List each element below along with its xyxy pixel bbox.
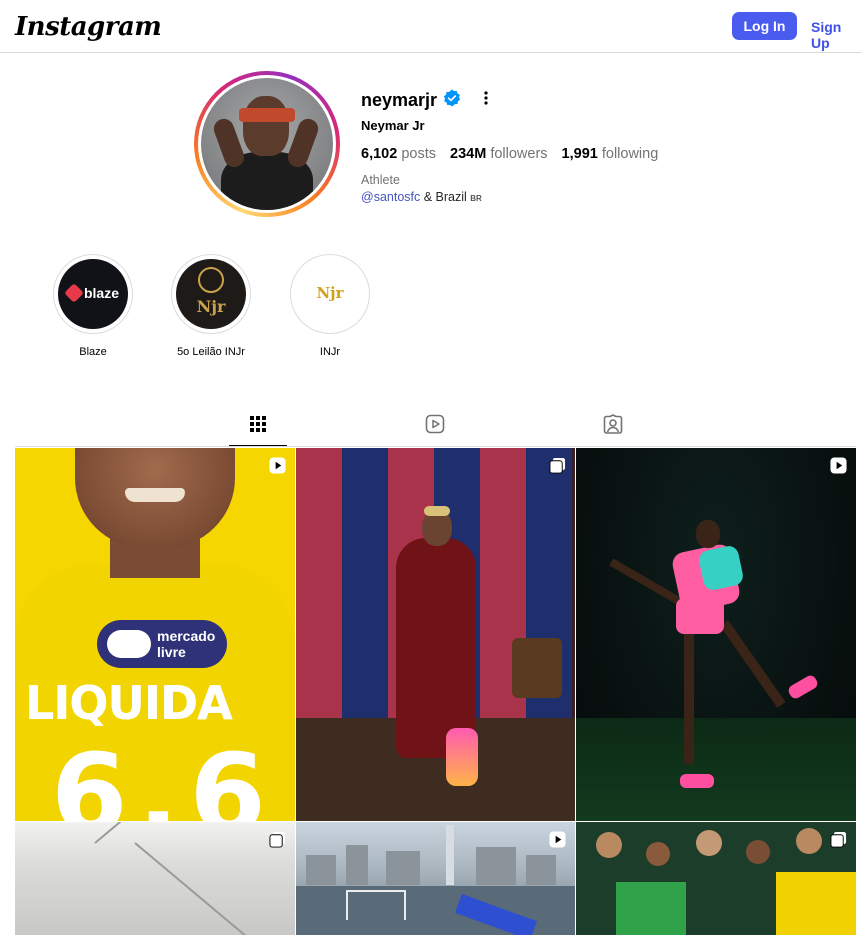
reels-icon (425, 414, 445, 434)
tabs-divider (15, 446, 856, 447)
bio-text: & Brazil (420, 190, 471, 204)
profile-category: Athlete (361, 173, 400, 187)
profile-full-name: Neymar Jr (361, 118, 425, 133)
carousel-icon (830, 831, 847, 848)
tab-posts[interactable] (229, 414, 287, 446)
blaze-logo-icon (64, 283, 84, 303)
mercado-livre-logo: mercado livre (97, 620, 227, 668)
post-number: 6.6 (51, 730, 276, 821)
verified-badge-icon (443, 89, 461, 107)
login-button[interactable]: Log In (732, 12, 797, 40)
profile-stats: 6,102 posts 234M followers 1,991 followi… (361, 146, 658, 162)
tab-tagged[interactable] (584, 414, 642, 446)
brazil-flag-icon: BR (470, 194, 482, 203)
post-tile[interactable] (296, 448, 575, 821)
handshake-icon (107, 630, 151, 658)
profile-avatar[interactable] (194, 71, 340, 217)
reel-icon (830, 457, 847, 474)
more-options-icon[interactable] (478, 88, 494, 108)
highlight-label: 5o Leilão INJr (177, 346, 245, 358)
post-headline: LIQUIDA (25, 676, 233, 730)
avatar-border (198, 75, 336, 213)
tagged-icon (603, 414, 623, 434)
post-tile[interactable] (15, 822, 295, 935)
following-stat[interactable]: 1,991 following (562, 146, 659, 162)
carousel-icon (269, 831, 286, 848)
post-tile[interactable] (296, 822, 575, 935)
profile-bio: @santosfc & Brazil BR (361, 190, 482, 204)
post-tile[interactable] (576, 448, 856, 821)
instagram-logo[interactable]: Instagram (15, 12, 162, 42)
crest-icon (198, 267, 224, 293)
tab-reels[interactable] (406, 414, 464, 446)
post-tile[interactable]: mercado livre LIQUIDA 6.6 (15, 448, 295, 821)
post-tile[interactable] (576, 822, 856, 935)
highlight-injr[interactable]: Nјr INJr (289, 254, 371, 358)
highlight-cover: blaze (58, 259, 128, 329)
profile-username: neymarjr (361, 90, 438, 110)
highlight-leilao[interactable]: Nјr 5o Leilão INJr (170, 254, 252, 358)
highlight-label: INJr (319, 346, 341, 358)
followers-stat[interactable]: 234M followers (450, 146, 548, 162)
reel-icon (269, 457, 286, 474)
top-nav: Instagram Log In Sign Up (0, 0, 862, 53)
avatar-photo (201, 78, 333, 210)
highlight-cover: Nјr (176, 259, 246, 329)
highlight-cover: Nјr (295, 259, 365, 329)
grid-icon (250, 416, 266, 432)
highlight-label: Blaze (79, 346, 107, 358)
posts-stat: 6,102 posts (361, 146, 436, 162)
bio-mention-link[interactable]: @santosfc (361, 190, 420, 204)
reel-icon (549, 831, 566, 848)
highlight-blaze[interactable]: blaze Blaze (52, 254, 134, 358)
carousel-icon (549, 457, 566, 474)
signup-link[interactable]: Sign Up (811, 19, 862, 51)
